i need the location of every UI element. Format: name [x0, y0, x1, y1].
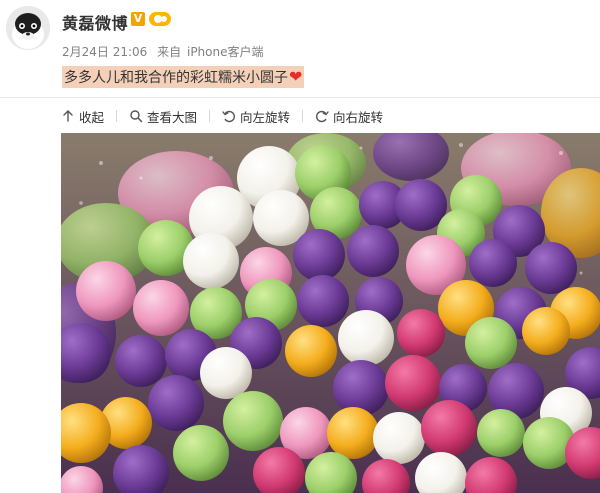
avatar-image [6, 6, 50, 50]
arrow-up-icon [63, 110, 73, 122]
view-large-button[interactable]: 查看大图 [129, 107, 197, 126]
username[interactable]: 黄磊微博 [62, 10, 128, 34]
rice-balls-photo [61, 133, 600, 493]
avatar[interactable] [6, 6, 50, 50]
rotate-left-label: 向左旋转 [240, 109, 291, 125]
member-badge-icon[interactable] [149, 12, 171, 26]
rotate-right-button[interactable]: 向右旋转 [315, 107, 383, 126]
divider [0, 97, 600, 98]
toolbar-separator [302, 110, 304, 122]
post-text: 多多人儿和我合作的彩虹糯米小圆子❤ [62, 66, 305, 88]
source-prefix: 来自 [157, 45, 182, 59]
post-photo[interactable] [61, 133, 600, 493]
view-large-label: 查看大图 [147, 109, 198, 125]
post-text-content: 多多人儿和我合作的彩虹糯米小圆子 [64, 70, 288, 86]
post-source[interactable]: iPhone客户端 [187, 45, 264, 59]
rotate-left-button[interactable]: 向左旋转 [222, 107, 290, 126]
toolbar-separator [209, 110, 211, 122]
rotate-right-icon [316, 110, 329, 123]
verified-badge-icon[interactable]: V [131, 12, 145, 26]
magnifier-icon [130, 110, 143, 123]
post-meta: 2月24日 21:06 来自 iPhone客户端 [62, 43, 264, 60]
collapse-label: 收起 [79, 109, 105, 125]
image-toolbar: 收起 查看大图 向左旋转 向右旋转 [61, 106, 383, 126]
rotate-right-label: 向右旋转 [333, 109, 384, 125]
rotate-left-icon [222, 110, 235, 123]
collapse-button[interactable]: 收起 [61, 107, 104, 126]
post-date[interactable]: 2月24日 21:06 [62, 45, 147, 59]
toolbar-separator [116, 110, 118, 122]
heart-icon: ❤ [289, 67, 303, 86]
